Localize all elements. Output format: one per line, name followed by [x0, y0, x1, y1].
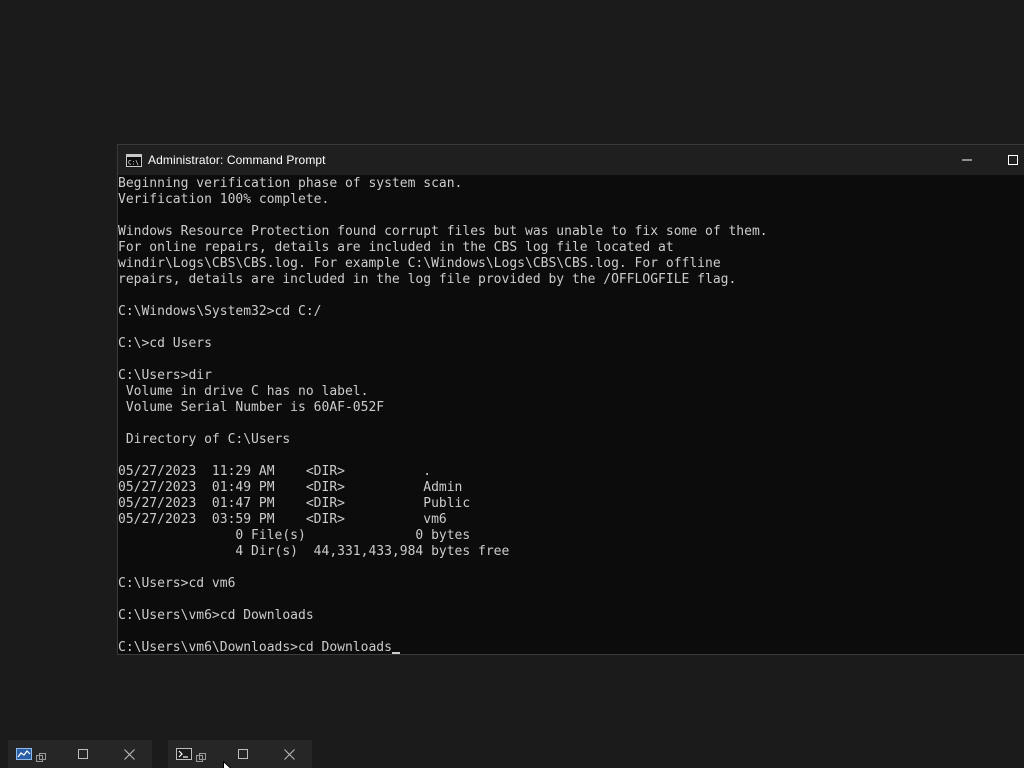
console-line: 05/27/2023 11:29 AM <DIR> .: [118, 464, 432, 479]
console-line: Verification 100% complete.: [118, 192, 330, 207]
console-line: windir\Logs\CBS\CBS.log. For example C:\…: [118, 256, 721, 271]
maximize-button[interactable]: [990, 145, 1024, 175]
taskbar-item-terminal[interactable]: [168, 740, 312, 768]
console-line: C:\Users\vm6\Downloads>cd Downloads: [118, 640, 1024, 654]
console-line: Volume Serial Number is 60AF-052F: [118, 400, 385, 415]
console-line: 05/27/2023 03:59 PM <DIR> vm6: [118, 512, 447, 527]
svg-text:C:\: C:\: [128, 159, 139, 166]
console-output[interactable]: Beginning verification phase of system s…: [118, 176, 1024, 654]
console-line: C:\Windows\System32>cd C:/: [118, 304, 322, 319]
command-prompt-window[interactable]: C:\ Administrator: Command Prompt Beginn…: [117, 144, 1024, 655]
console-line: 0 File(s) 0 bytes: [118, 528, 471, 543]
minimize-button[interactable]: [944, 145, 990, 175]
minimize-icon: [962, 159, 972, 161]
console-line: repairs, details are included in the log…: [118, 272, 737, 287]
title-bar[interactable]: C:\ Administrator: Command Prompt: [118, 145, 1024, 175]
desktop: C:\ Administrator: Command Prompt Beginn…: [0, 0, 1024, 768]
snap-layout-icon[interactable]: [196, 748, 208, 762]
text-cursor: [391, 652, 400, 654]
close-icon[interactable]: [281, 746, 297, 762]
console-line: Directory of C:\Users: [118, 432, 291, 447]
cmd-icon: C:\: [126, 153, 142, 167]
window-title: Administrator: Command Prompt: [148, 153, 326, 167]
window-controls: [944, 145, 1024, 175]
console-line: C:\Users\vm6>cd Downloads: [118, 608, 314, 623]
task-manager-icon: [16, 747, 34, 761]
close-icon[interactable]: [121, 746, 137, 762]
console-line: C:\>cd Users: [118, 336, 212, 351]
console-line: For online repairs, details are included…: [118, 240, 674, 255]
snap-layout-icon[interactable]: [36, 748, 48, 762]
console-line: Beginning verification phase of system s…: [118, 176, 463, 191]
console-line: 4 Dir(s) 44,331,433,984 bytes free: [118, 544, 510, 559]
console-line: C:\Users>cd vm6: [118, 576, 236, 591]
terminal-icon: [176, 747, 194, 761]
maximize-icon[interactable]: [235, 746, 251, 762]
mouse-pointer-icon: [223, 760, 233, 768]
console-line: Windows Resource Protection found corrup…: [118, 224, 768, 239]
maximize-icon: [1008, 155, 1018, 165]
console-line: C:\Users>dir: [118, 368, 212, 383]
console-line: 05/27/2023 01:49 PM <DIR> Admin: [118, 480, 463, 495]
maximize-icon[interactable]: [75, 746, 91, 762]
console-line: 05/27/2023 01:47 PM <DIR> Public: [118, 496, 471, 511]
console-line: Volume in drive C has no label.: [118, 384, 369, 399]
taskbar-item-task-manager[interactable]: [8, 740, 152, 768]
